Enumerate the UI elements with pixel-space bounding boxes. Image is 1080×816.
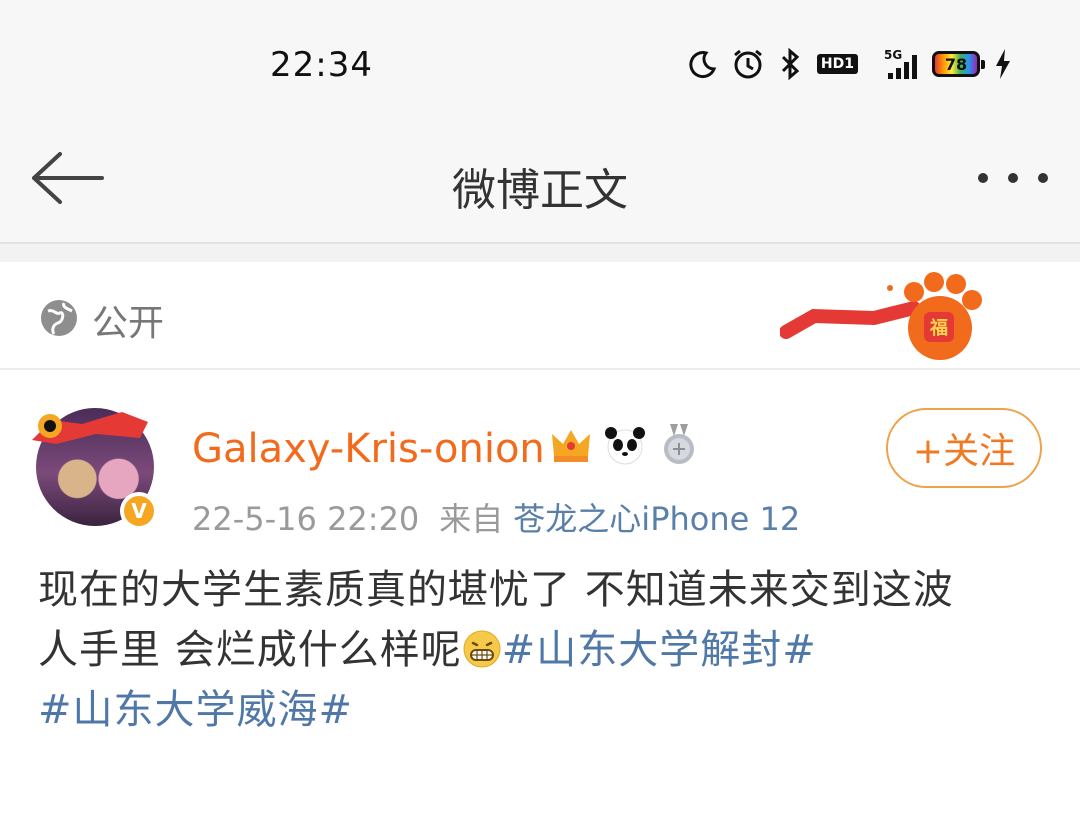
content-line: #山东大学威海# xyxy=(38,680,1048,740)
status-bar: 22:34 HD1 5G 78 xyxy=(0,0,1080,118)
content-text: 人手里 会烂成什么样呢 xyxy=(38,627,462,673)
crown-icon[interactable] xyxy=(548,422,594,468)
grin-emoji-icon xyxy=(462,626,502,668)
svg-text:福: 福 xyxy=(929,317,948,339)
tiger-paw-badge-icon[interactable]: 福 xyxy=(779,270,990,370)
avatar[interactable]: V xyxy=(32,408,162,534)
device-link[interactable]: 苍龙之心iPhone 12 xyxy=(513,500,800,538)
page-title: 微博正文 xyxy=(452,165,628,216)
visibility-bar: 公开 福 xyxy=(0,262,1080,370)
svg-text:5G: 5G xyxy=(884,48,902,62)
panda-icon[interactable] xyxy=(602,422,648,468)
nav-bar: 微博正文 xyxy=(0,118,1080,244)
globe-icon xyxy=(38,297,80,339)
post-time: 22-5-16 22:20 xyxy=(192,500,420,538)
medal-icon[interactable] xyxy=(656,422,702,468)
follow-button[interactable]: +关注 xyxy=(886,408,1042,488)
bluetooth-icon xyxy=(779,46,803,82)
moon-icon xyxy=(687,46,717,82)
weibo-post: V Galaxy-Kris-onion 22-5-16 22:20 来自 苍龙之心i… xyxy=(0,370,1080,816)
charging-icon xyxy=(994,46,1012,82)
hashtag-link[interactable]: #山东大学解封# xyxy=(502,627,817,673)
visibility-label: 公开 xyxy=(92,303,165,344)
avatar-tiger-banner-icon xyxy=(28,404,158,448)
status-icons: HD1 5G 78 xyxy=(687,46,1012,82)
more-dots-icon[interactable] xyxy=(978,158,1048,198)
user-badges xyxy=(548,422,702,468)
hd-icon: HD1 xyxy=(816,46,858,82)
content-line: 现在的大学生素质真的堪忧了 不知道未来交到这波 xyxy=(38,567,954,613)
hashtag-link[interactable]: #山东大学威海# xyxy=(38,687,353,733)
alarm-icon xyxy=(731,46,765,82)
username[interactable]: Galaxy-Kris-onion xyxy=(192,426,545,472)
status-time: 22:34 xyxy=(270,45,373,85)
post-content: 现在的大学生素质真的堪忧了 不知道未来交到这波 人手里 会烂成什么样呢 #山东大学… xyxy=(38,560,1048,740)
post-meta: 22-5-16 22:20 来自 苍龙之心iPhone 12 xyxy=(192,494,800,540)
divider xyxy=(0,244,1080,262)
signal-5g-icon: 5G xyxy=(872,46,918,82)
battery-icon: 78 xyxy=(932,46,985,82)
verified-badge-icon: V xyxy=(120,492,158,530)
source-prefix: 来自 xyxy=(439,500,504,538)
content-line: 人手里 会烂成什么样呢 #山东大学解封# xyxy=(38,620,1048,680)
